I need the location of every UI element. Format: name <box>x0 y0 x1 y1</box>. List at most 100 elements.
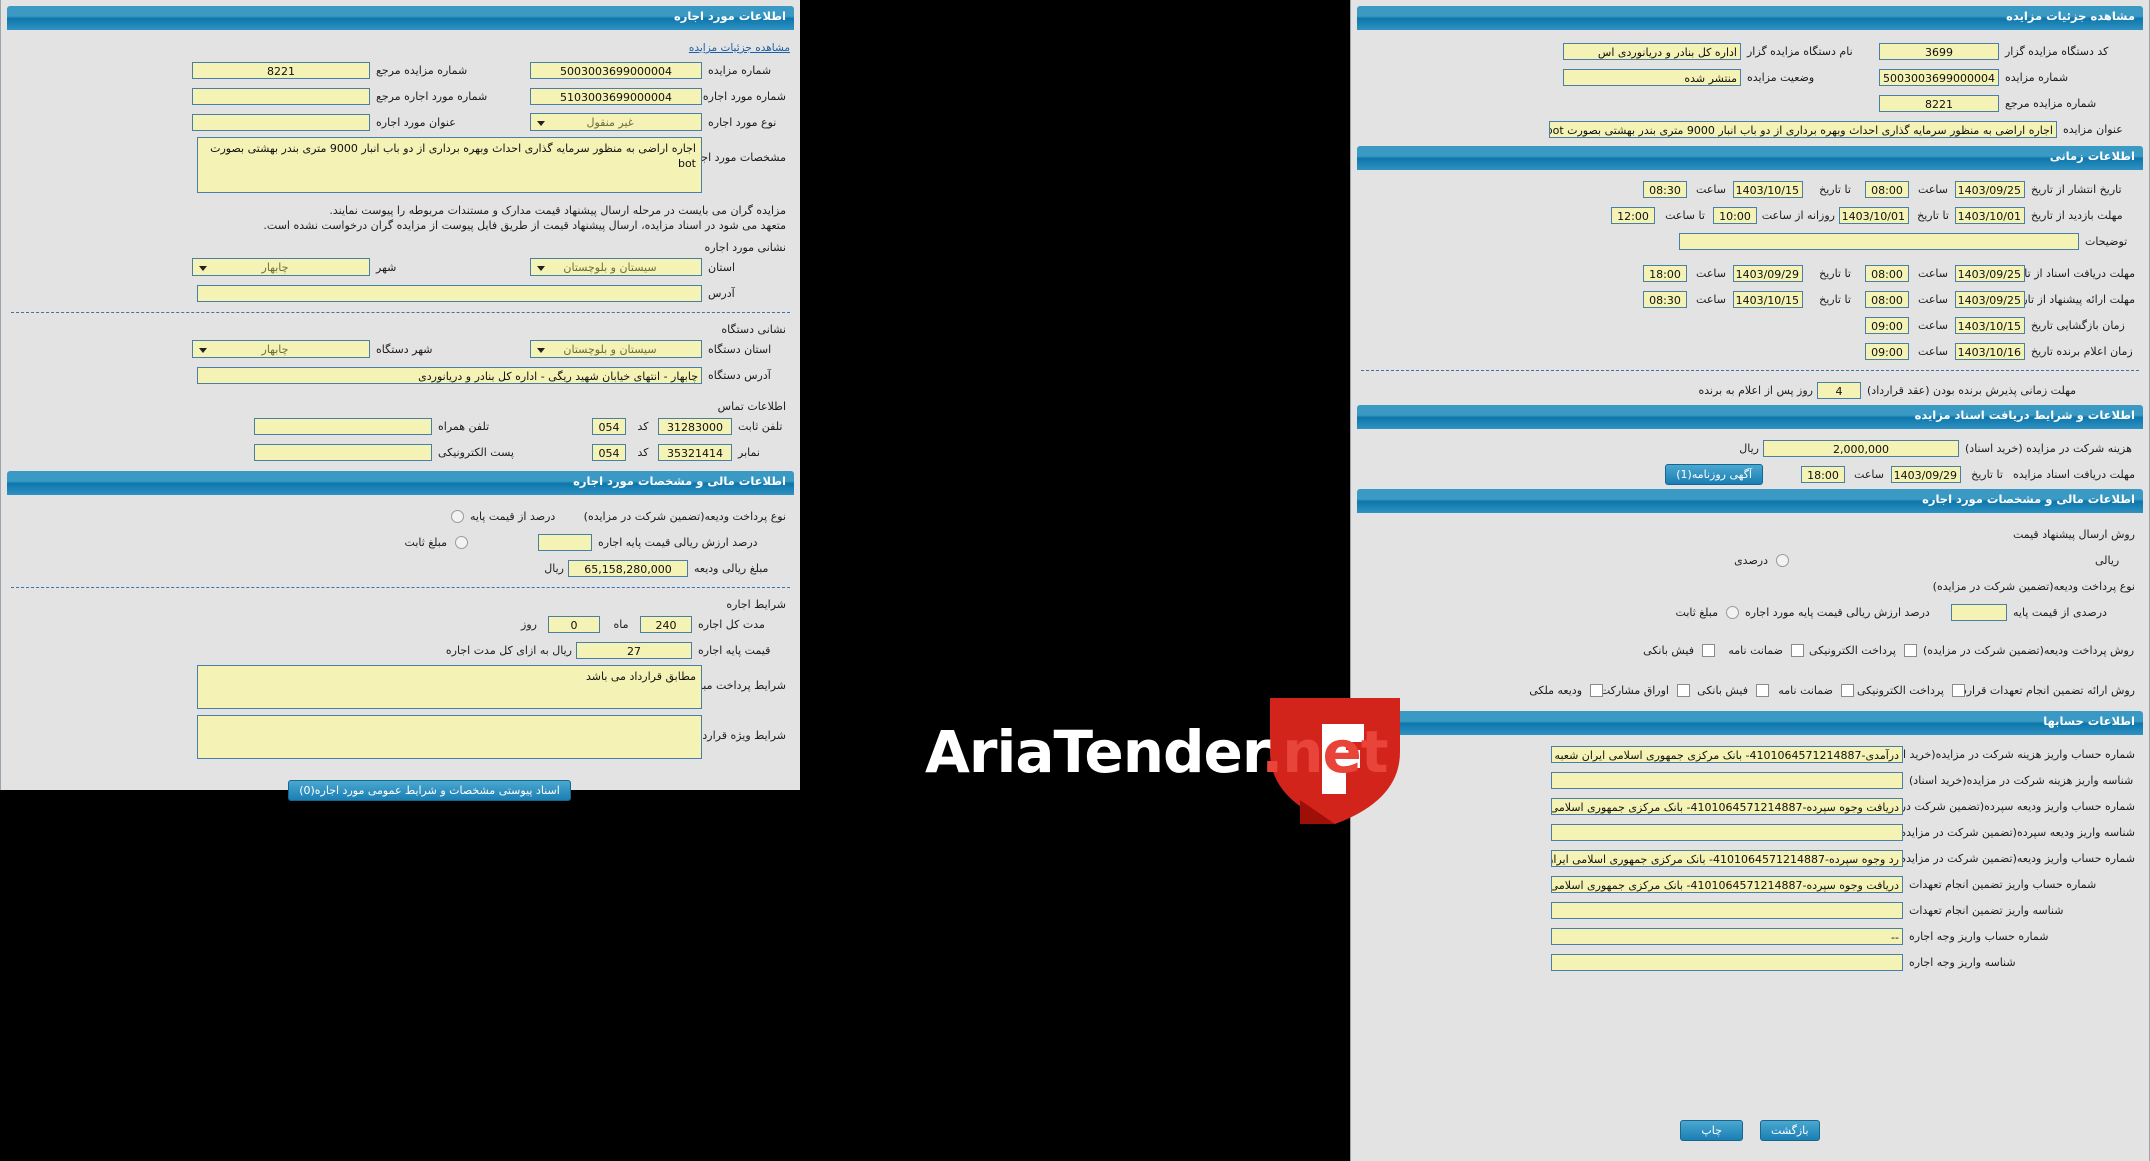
field-ref-rent-number[interactable] <box>192 87 370 105</box>
field-docs-to-time[interactable]: 18:00 <box>1643 264 1687 282</box>
field-auction-number-right[interactable]: 5003003699000004 <box>1879 68 1999 86</box>
label-percent-base-right: درصدی از قیمت پایه <box>2013 605 2107 619</box>
field-publish-to-time[interactable]: 08:30 <box>1643 180 1687 198</box>
field-address[interactable] <box>197 284 702 302</box>
checkbox-guarantee-method-4[interactable] <box>1590 683 1603 697</box>
field-opening-time[interactable]: 09:00 <box>1865 316 1909 334</box>
textarea-payment-terms[interactable]: مطابق قرارداد می باشد <box>197 665 702 709</box>
field-docs-deadline-date[interactable]: 1403/09/29 <box>1891 465 1961 483</box>
field-account-0[interactable]: درآمدی-4101064571214887- بانک مرکزی جمهو… <box>1551 745 1903 763</box>
checkbox-deposit-method-0[interactable] <box>1904 643 1917 657</box>
field-winner-date[interactable]: 1403/10/16 <box>1955 342 2025 360</box>
field-percent-base-right[interactable] <box>1951 603 2007 621</box>
field-publish-to-date[interactable]: 1403/10/15 <box>1733 180 1803 198</box>
field-visit-from-time[interactable]: 10:00 <box>1713 206 1757 224</box>
label-device-city: شهر دستگاه <box>376 342 433 356</box>
field-participation-cost[interactable]: 2,000,000 <box>1763 439 1959 457</box>
section-title-rent-info: اطلاعات مورد اجاره <box>673 9 786 23</box>
label-base-price: قیمت پایه اجاره <box>698 643 771 657</box>
checkbox-deposit-method-1[interactable] <box>1791 643 1804 657</box>
field-offer-to-date[interactable]: 1403/10/15 <box>1733 290 1803 308</box>
field-docs-to-date[interactable]: 1403/09/29 <box>1733 264 1803 282</box>
radio-fixed-amount-right[interactable] <box>1726 605 1739 619</box>
field-duration-days[interactable]: 0 <box>548 615 600 633</box>
label-price-method: روش ارسال پیشنهاد قیمت <box>2012 527 2135 541</box>
field-rent-title[interactable] <box>192 113 370 131</box>
page-title: مشاهده جزئیات مزایده <box>2006 9 2135 23</box>
newspaper-ad-button[interactable]: آگهی روزنامه(1) <box>1665 463 1763 485</box>
checkbox-deposit-method-2[interactable] <box>1702 643 1715 657</box>
select-province[interactable]: سیستان و بلوچستان <box>530 258 702 276</box>
label-publish-date: تاریخ انتشار از تاریخ <box>2031 182 2122 196</box>
field-mobile[interactable] <box>254 417 432 435</box>
label-rent-specs: مشخصات مورد اجاره <box>686 151 786 164</box>
field-auction-number[interactable]: 5003003699000004 <box>530 61 702 79</box>
field-ref-auction-number-right[interactable]: 8221 <box>1879 94 1999 112</box>
checkbox-guarantee-method-1[interactable] <box>1841 683 1854 697</box>
radio-fixed-amount[interactable] <box>455 535 468 549</box>
field-account-6[interactable] <box>1551 901 1903 919</box>
checkbox-guarantee-method-3[interactable] <box>1677 683 1690 697</box>
field-auction-title[interactable]: اجاره اراضی به منظور سرمایه گذاری احداث … <box>1549 120 2057 138</box>
checkbox-guarantee-method-2[interactable] <box>1756 683 1769 697</box>
field-account-2[interactable]: دریافت وجوه سپرده-4101064571214887- بانک… <box>1551 797 1903 815</box>
unit-base-price: ریال به ازای کل مدت اجاره <box>445 643 572 657</box>
field-rent-number[interactable]: 5103003699000004 <box>530 87 702 105</box>
field-visit-to-date[interactable]: 1403/10/01 <box>1839 206 1909 224</box>
attached-documents-button[interactable]: اسناد پیوستی مشخصات و شرایط عمومی مورد ا… <box>288 780 571 801</box>
radio-percent-option[interactable] <box>1776 553 1789 567</box>
field-email[interactable] <box>254 443 432 461</box>
select-device-city[interactable]: چابهار <box>192 340 370 358</box>
field-docs-from-time[interactable]: 08:00 <box>1865 264 1909 282</box>
field-description[interactable] <box>1679 232 2079 250</box>
field-phone[interactable]: 31283000 <box>658 417 732 435</box>
field-fax[interactable]: 35321414 <box>658 443 732 461</box>
select-rent-type[interactable]: غیر منقول <box>530 113 702 131</box>
field-opening-date[interactable]: 1403/10/15 <box>1955 316 2025 334</box>
field-docs-from-date[interactable]: 1403/09/25 <box>1955 264 2025 282</box>
row-docs-receive: مهلت دریافت اسناد از تاریخ 1403/09/25 سا… <box>1361 262 2139 284</box>
section-title-docs-conditions: اطلاعات و شرایط دریافت اسناد مزایده <box>1914 408 2135 422</box>
field-deposit-amount[interactable]: 65,158,280,000 <box>568 559 688 577</box>
field-visit-to-time[interactable]: 12:00 <box>1611 206 1655 224</box>
field-account-8[interactable] <box>1551 953 1903 971</box>
checkbox-guarantee-method-0[interactable] <box>1952 683 1965 697</box>
field-phone-code[interactable]: 054 <box>592 417 626 435</box>
field-account-3[interactable] <box>1551 823 1903 841</box>
select-city[interactable]: چابهار <box>192 258 370 276</box>
field-offer-from-date[interactable]: 1403/09/25 <box>1955 290 2025 308</box>
field-publish-from-time[interactable]: 08:00 <box>1865 180 1909 198</box>
field-auction-org-code[interactable]: 3699 <box>1879 42 1999 60</box>
field-auction-status[interactable]: منتشر شده <box>1563 68 1741 86</box>
field-account-1[interactable] <box>1551 771 1903 789</box>
field-account-4[interactable]: رد وجوه سپرده-4101064571214887- بانک مرک… <box>1551 849 1903 867</box>
select-device-province[interactable]: سیستان و بلوچستان <box>530 340 702 358</box>
textarea-rent-specs[interactable]: اجاره اراضی به منظور سرمایه گذاری احداث … <box>197 137 702 193</box>
back-button[interactable]: بازگشت <box>1760 1120 1820 1141</box>
field-account-5[interactable]: دریافت وجوه سپرده-4101064571214887- بانک… <box>1551 875 1903 893</box>
group-title-contact-info: اطلاعات تماس <box>717 400 786 413</box>
field-ref-auction-number[interactable]: 8221 <box>192 61 370 79</box>
field-winner-accept-days[interactable]: 4 <box>1817 381 1861 399</box>
view-auction-details-link[interactable]: مشاهده جزئیات مزایده <box>689 42 790 54</box>
field-visit-from-date[interactable]: 1403/10/01 <box>1955 206 2025 224</box>
print-button[interactable]: چاپ <box>1680 1120 1743 1141</box>
label-publish-to-date: تا تاریخ <box>1819 182 1851 196</box>
field-docs-deadline-time[interactable]: 18:00 <box>1801 465 1845 483</box>
field-offer-from-time[interactable]: 08:00 <box>1865 290 1909 308</box>
field-auction-org-name[interactable]: اداره کل بنادر و دریانوردی اس <box>1563 42 1741 60</box>
field-percent-rial[interactable] <box>538 533 592 551</box>
field-account-7[interactable]: -- <box>1551 927 1903 945</box>
field-publish-from-date[interactable]: 1403/09/25 <box>1955 180 2025 198</box>
field-device-address[interactable]: چابهار - انتهای خیابان شهید ریگی - اداره… <box>197 366 702 384</box>
table-row: شناسه واریز ودیعه سپرده(تضمین شرکت در مز… <box>1361 821 2139 843</box>
field-duration-months[interactable]: 240 <box>640 615 692 633</box>
label-percent-rial-right: درصد ارزش ریالی قیمت پایه مورد اجاره <box>1745 605 1930 619</box>
field-offer-to-time[interactable]: 08:30 <box>1643 290 1687 308</box>
field-winner-time[interactable]: 09:00 <box>1865 342 1909 360</box>
radio-percent-base[interactable] <box>451 509 464 523</box>
field-fax-code[interactable]: 054 <box>592 443 626 461</box>
label-ref-auction-number: شماره مزایده مرجع <box>376 63 468 77</box>
textarea-special-terms[interactable] <box>197 715 702 759</box>
field-base-price[interactable]: 27 <box>576 641 692 659</box>
